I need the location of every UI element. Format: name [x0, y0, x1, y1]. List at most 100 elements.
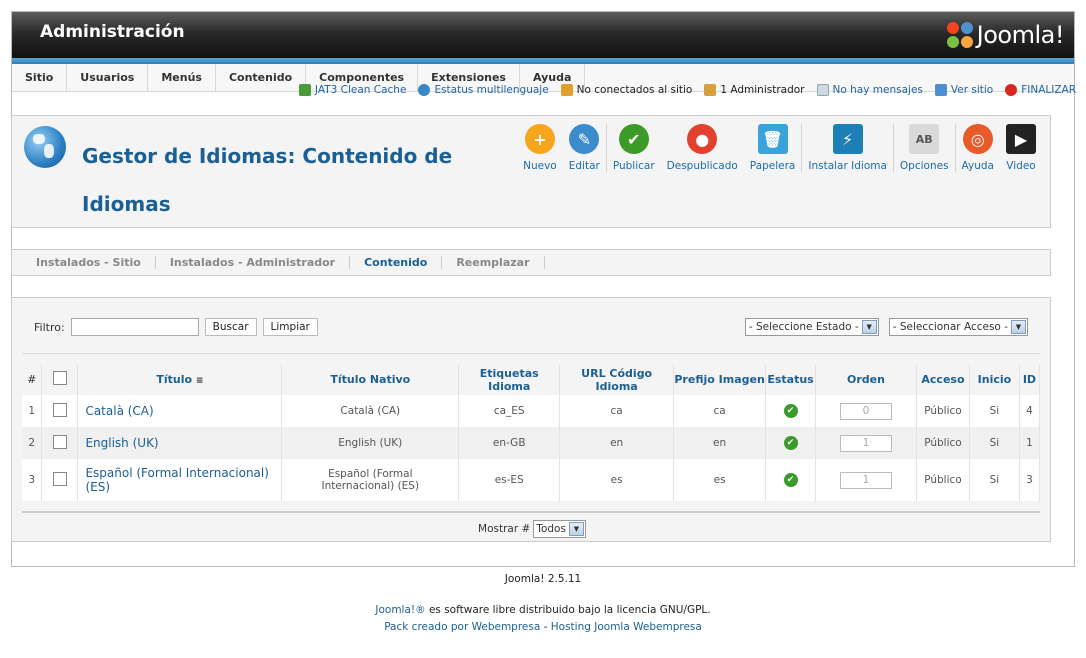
tab-content[interactable]: Contenido [350, 256, 443, 269]
edit-button[interactable]: ✎ Editar [563, 124, 606, 172]
plus-icon: + [524, 124, 555, 154]
clear-button[interactable]: Limpiar [262, 318, 318, 336]
table-row: 1 Català (CA) Català (CA) ca_ES ca ca ✔ … [22, 395, 1041, 427]
joomla-logo-text: Joomla! [976, 21, 1065, 49]
row-checkbox[interactable] [52, 434, 67, 449]
divider [22, 353, 1040, 354]
footer-credits: Pack creado por Webempresa - Hosting Joo… [384, 621, 702, 633]
page-title: Gestor de Idiomas: Contenido de Idiomas [82, 144, 453, 216]
cache-icon [298, 84, 311, 96]
video-button[interactable]: ▶ Video [1000, 124, 1042, 172]
sort-icon: ≡ [195, 376, 204, 386]
footer-license: Joomla!® es software libre distribuido b… [375, 604, 711, 616]
chevron-down-icon: ▼ [1011, 320, 1026, 334]
col-num: # [22, 364, 43, 395]
joomla-link[interactable]: Joomla!® [375, 604, 425, 616]
col-home[interactable]: Inicio [969, 364, 1020, 395]
globe-icon [418, 84, 431, 96]
limit-select[interactable]: Todos ▼ [533, 520, 586, 538]
language-globe-icon [24, 126, 66, 168]
unpublish-button[interactable]: ● Despublicado [661, 124, 744, 172]
row-checkbox[interactable] [52, 471, 67, 486]
row-title-link[interactable]: English (UK) [77, 427, 283, 459]
status-messages[interactable]: No hay mensajes [816, 84, 923, 96]
row-checkbox[interactable] [52, 402, 67, 417]
col-access[interactable]: Acceso [916, 364, 970, 395]
help-button[interactable]: ◎ Ayuda [954, 124, 1000, 172]
status-visitors: No conectados al sitio [560, 84, 692, 96]
toolbar-panel: Gestor de Idiomas: Contenido de Idiomas … [11, 115, 1051, 228]
state-select[interactable]: - Seleccione Estado - ▼ [744, 318, 879, 336]
monitor-icon [934, 84, 947, 96]
access-select[interactable]: - Seleccionar Acceso - ▼ [888, 318, 1028, 336]
trash-icon: 🗑 [757, 124, 788, 154]
admin-title: Administración [40, 22, 185, 42]
menu-contenido[interactable]: Contenido [216, 64, 307, 91]
new-button[interactable]: + Nuevo [517, 124, 563, 172]
webempresa-hosting-link[interactable]: Hosting Joomla Webempresa [551, 621, 702, 633]
video-icon: ▶ [1006, 124, 1036, 154]
logout-link[interactable]: FINALIZAR [1005, 84, 1076, 96]
pagination-limit: Mostrar # Todos ▼ [12, 520, 1052, 538]
col-image-prefix[interactable]: Prefijo Imagen [673, 364, 767, 395]
tab-installed-site[interactable]: Instalados - Sitio [22, 256, 156, 269]
order-input[interactable]: 1 [840, 434, 892, 452]
status-bar: JAT3 Clean Cache Estatus multilenguaje N… [298, 84, 1076, 96]
menu-sitio[interactable]: Sitio [12, 64, 68, 91]
publish-button[interactable]: ✔ Publicar [605, 124, 661, 172]
col-id[interactable]: ID [1019, 364, 1041, 395]
published-icon[interactable]: ✔ [783, 404, 798, 418]
col-url-code[interactable]: URL Código Idioma [559, 364, 675, 395]
admin-icon [704, 84, 717, 96]
menu-usuarios[interactable]: Usuarios [67, 64, 149, 91]
install-icon: ⚡ [832, 124, 863, 154]
chevron-down-icon: ▼ [568, 522, 584, 536]
order-input[interactable]: 1 [840, 471, 892, 489]
col-checkall [41, 364, 79, 395]
content-panel: Filtro: Buscar Limpiar - Seleccione Esta… [11, 297, 1051, 542]
table-row: 2 English (UK) English (UK) en-GB en en … [22, 427, 1041, 459]
filter-selects: - Seleccione Estado - ▼ - Seleccionar Ac… [744, 318, 1028, 336]
row-title-link[interactable]: Español (Formal Internacional) (ES) [77, 459, 283, 501]
order-input[interactable]: 0 [840, 402, 892, 420]
joomla-logo-icon [945, 20, 975, 50]
toolbar-buttons: + Nuevo ✎ Editar ✔ Publicar ● Despublica… [517, 124, 1042, 172]
unpublish-icon: ● [687, 124, 718, 154]
joomla-logo: Joomla! [945, 18, 1065, 52]
status-multilenguaje[interactable]: Estatus multilenguaje [418, 84, 549, 96]
filter-bar: Filtro: Buscar Limpiar [34, 318, 318, 336]
chevron-down-icon: ▼ [861, 320, 877, 334]
col-title[interactable]: Título ≡ [77, 364, 283, 395]
check-all-checkbox[interactable] [52, 371, 67, 385]
footer-version: Joomla! 2.5.11 [504, 573, 582, 585]
col-tag[interactable]: Etiquetas Idioma [458, 364, 561, 395]
install-language-button[interactable]: ⚡ Instalar Idioma [801, 124, 893, 172]
trash-button[interactable]: 🗑 Papelera [744, 124, 802, 172]
status-view-site[interactable]: Ver sitio [934, 84, 993, 96]
mail-icon [816, 84, 829, 96]
users-icon [560, 84, 573, 96]
pencil-icon: ✎ [569, 124, 600, 154]
menu-menus[interactable]: Menús [148, 64, 216, 91]
check-icon: ✔ [618, 124, 649, 154]
table-row: 3 Español (Formal Internacional) (ES) Es… [22, 459, 1041, 501]
logout-icon [1005, 84, 1018, 96]
col-native-title[interactable]: Título Nativo [281, 364, 460, 395]
admin-header: Administración Joomla! [12, 12, 1074, 58]
status-jat3-cache[interactable]: JAT3 Clean Cache [298, 84, 406, 96]
webempresa-pack-link[interactable]: Pack creado por Webempresa [384, 621, 540, 633]
status-admins: 1 Administrador [704, 84, 805, 96]
tab-installed-admin[interactable]: Instalados - Administrador [156, 256, 351, 269]
published-icon[interactable]: ✔ [783, 473, 798, 487]
col-order[interactable]: Orden [815, 364, 917, 395]
row-title-link[interactable]: Català (CA) [77, 395, 283, 427]
options-button[interactable]: AB Opciones [892, 124, 955, 172]
tab-replace[interactable]: Reemplazar [442, 256, 545, 269]
published-icon[interactable]: ✔ [783, 436, 798, 450]
lifebuoy-icon: ◎ [962, 124, 993, 154]
search-button[interactable]: Buscar [204, 318, 257, 336]
col-status[interactable]: Estatus [765, 364, 817, 395]
language-submenu: Instalados - Sitio Instalados - Administ… [11, 249, 1051, 276]
options-icon: AB [909, 124, 940, 154]
filter-input[interactable] [70, 318, 199, 336]
